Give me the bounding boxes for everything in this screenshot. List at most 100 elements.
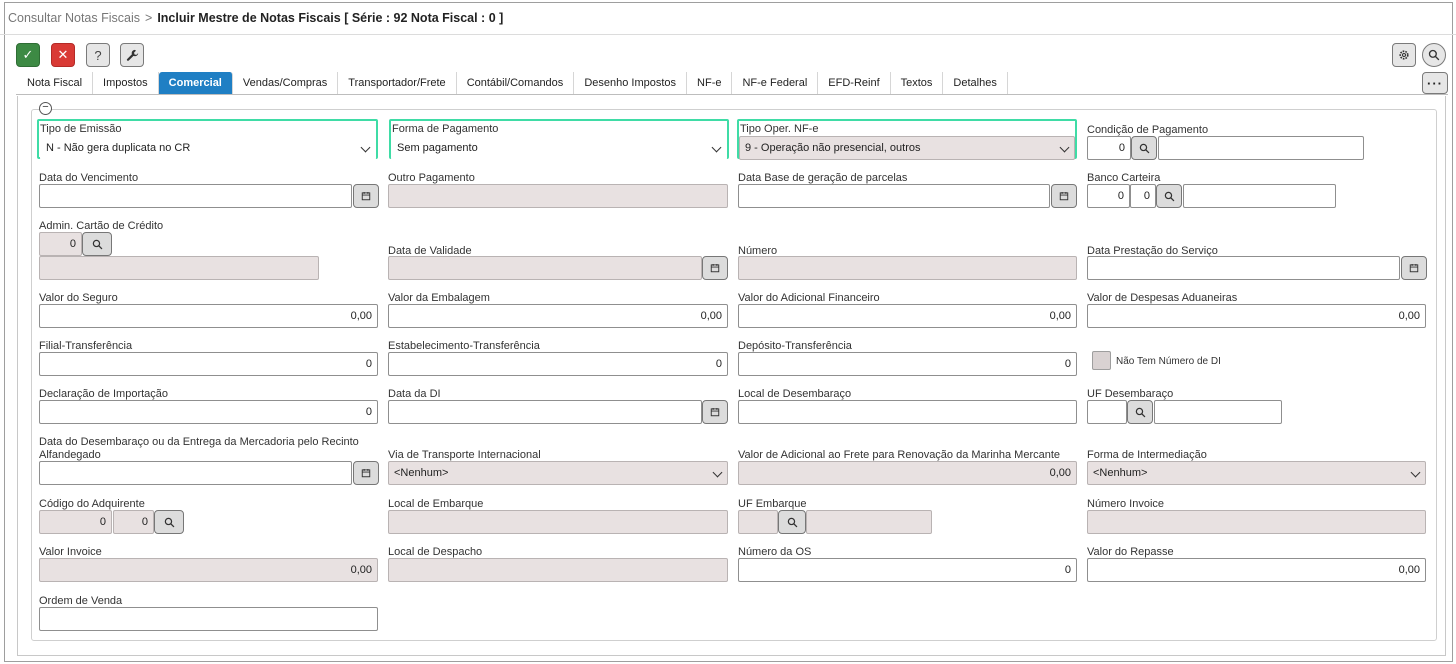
chevron-down-icon [1410,467,1421,478]
tab-bar: Nota Fiscal Impostos Comercial Vendas/Co… [17,72,1008,94]
tipo-oper-nfe-select[interactable]: 9 - Operação não presencial, outros [739,136,1075,160]
carteira-code[interactable]: 0 [1130,184,1156,208]
forma-pagamento-value: Sem pagamento [397,142,478,154]
filial-transferencia-input[interactable]: 0 [39,352,378,376]
declaracao-importacao-input[interactable]: 0 [39,400,378,424]
calendar-icon [710,263,720,273]
banco-carteira-description[interactable] [1183,184,1336,208]
uf-desembaraco-code[interactable] [1087,400,1127,424]
data-vencimento-calendar-button[interactable] [353,184,379,208]
condicao-pagamento-code[interactable]: 0 [1087,136,1131,160]
gear-icon [1399,50,1409,60]
tab-textos[interactable]: Textos [891,72,944,94]
uf-desembaraco-description[interactable] [1154,400,1282,424]
forma-pagamento-select[interactable]: Sem pagamento [391,136,727,160]
tab-nfe[interactable]: NF-e [687,72,733,94]
tab-desenho-impostos[interactable]: Desenho Impostos [574,72,688,94]
admin-cartao-code[interactable]: 0 [39,232,82,256]
search-icon [1428,49,1440,61]
more-options-button[interactable]: ··· [1422,72,1448,94]
via-transporte-select[interactable]: <Nenhum> [388,461,728,485]
tab-efd-reinf[interactable]: EFD-Reinf [818,72,891,94]
codigo-adquirente-search-button[interactable] [154,510,184,534]
tab-comercial[interactable]: Comercial [158,72,233,94]
data-desembaraco-calendar-button[interactable] [353,461,379,485]
valor-repasse-input[interactable]: 0,00 [1087,558,1426,582]
tipo-emissao-value: N - Não gera duplicata no CR [46,142,191,154]
tab-nota-fiscal[interactable]: Nota Fiscal [17,72,94,94]
numero-input[interactable] [738,256,1077,280]
search-icon [1164,191,1174,201]
forma-pagamento-label: Forma de Pagamento [392,123,499,135]
data-prestacao-input[interactable] [1087,256,1400,280]
global-search-button[interactable] [1422,43,1446,67]
tab-detalhes[interactable]: Detalhes [943,72,1008,94]
tipo-emissao-select[interactable]: N - Não gera duplicata no CR [40,136,376,160]
uf-embarque-description[interactable] [806,510,932,534]
data-vencimento-input[interactable] [39,184,352,208]
breadcrumb-root-link[interactable]: Consultar Notas Fiscais [8,11,140,25]
admin-cartao-search-button[interactable] [82,232,112,256]
data-validade-calendar-button[interactable] [702,256,728,280]
tools-button[interactable] [120,43,144,67]
chevron-down-icon [712,467,723,478]
condicao-pagamento-search-button[interactable] [1131,136,1157,160]
forma-intermediacao-select[interactable]: <Nenhum> [1087,461,1426,485]
local-desembaraco-input[interactable] [738,400,1077,424]
admin-cartao-description[interactable] [39,256,319,280]
nao-tem-numero-di-checkbox[interactable] [1092,351,1111,370]
chevron-down-icon [711,142,722,153]
valor-seguro-input[interactable]: 0,00 [39,304,378,328]
data-prestacao-calendar-button[interactable] [1401,256,1427,280]
valor-invoice-input[interactable]: 0,00 [39,558,378,582]
tab-transportador-frete[interactable]: Transportador/Frete [338,72,457,94]
tab-vendas-compras[interactable]: Vendas/Compras [233,72,339,94]
confirm-button[interactable]: ✓ [16,43,40,67]
data-di-input[interactable] [388,400,702,424]
valor-adicional-financeiro-input[interactable]: 0,00 [738,304,1077,328]
calendar-icon [361,468,371,478]
condicao-pagamento-description[interactable] [1158,136,1364,160]
calendar-icon [361,191,371,201]
valor-despesas-aduaneiras-input[interactable]: 0,00 [1087,304,1426,328]
uf-desembaraco-search-button[interactable] [1127,400,1153,424]
more-icon: ··· [1427,75,1443,91]
tab-impostos[interactable]: Impostos [93,72,159,94]
data-di-calendar-button[interactable] [702,400,728,424]
tab-nfe-federal[interactable]: NF-e Federal [732,72,819,94]
search-icon [164,517,174,527]
estabelecimento-transferencia-input[interactable]: 0 [388,352,728,376]
calendar-icon [710,407,720,417]
codigo-adquirente-code2[interactable]: 0 [113,510,154,534]
data-desembaraco-input[interactable] [39,461,352,485]
tipo-oper-nfe-value: 9 - Operação não presencial, outros [745,142,921,154]
banco-code[interactable]: 0 [1087,184,1130,208]
header-divider [0,34,1456,35]
uf-embarque-search-button[interactable] [778,510,806,534]
tab-contabil-comandos[interactable]: Contábil/Comandos [457,72,575,94]
data-base-parcelas-calendar-button[interactable] [1051,184,1077,208]
uf-embarque-code[interactable] [738,510,778,534]
calendar-icon [1059,191,1069,201]
settings-button[interactable] [1392,43,1416,67]
numero-os-input[interactable]: 0 [738,558,1077,582]
outro-pagamento-input[interactable] [388,184,728,208]
breadcrumb-current: Incluir Mestre de Notas Fiscais [157,11,341,25]
numero-invoice-input[interactable] [1087,510,1426,534]
deposito-transferencia-input[interactable]: 0 [738,352,1077,376]
ordem-venda-input[interactable] [39,607,378,631]
codigo-adquirente-code1[interactable]: 0 [39,510,112,534]
search-icon [92,239,102,249]
valor-embalagem-input[interactable]: 0,00 [388,304,728,328]
data-validade-input[interactable] [388,256,702,280]
cancel-button[interactable]: ✕ [51,43,75,67]
tipo-oper-nfe-label: Tipo Oper. NF-e [740,123,819,135]
calendar-icon [1409,263,1419,273]
local-embarque-input[interactable] [388,510,728,534]
help-button[interactable]: ? [86,43,110,67]
banco-carteira-search-button[interactable] [1156,184,1182,208]
data-base-parcelas-input[interactable] [738,184,1050,208]
collapse-icon[interactable]: − [39,102,52,115]
local-despacho-input[interactable] [388,558,728,582]
valor-adicional-frete-input[interactable]: 0,00 [738,461,1077,485]
